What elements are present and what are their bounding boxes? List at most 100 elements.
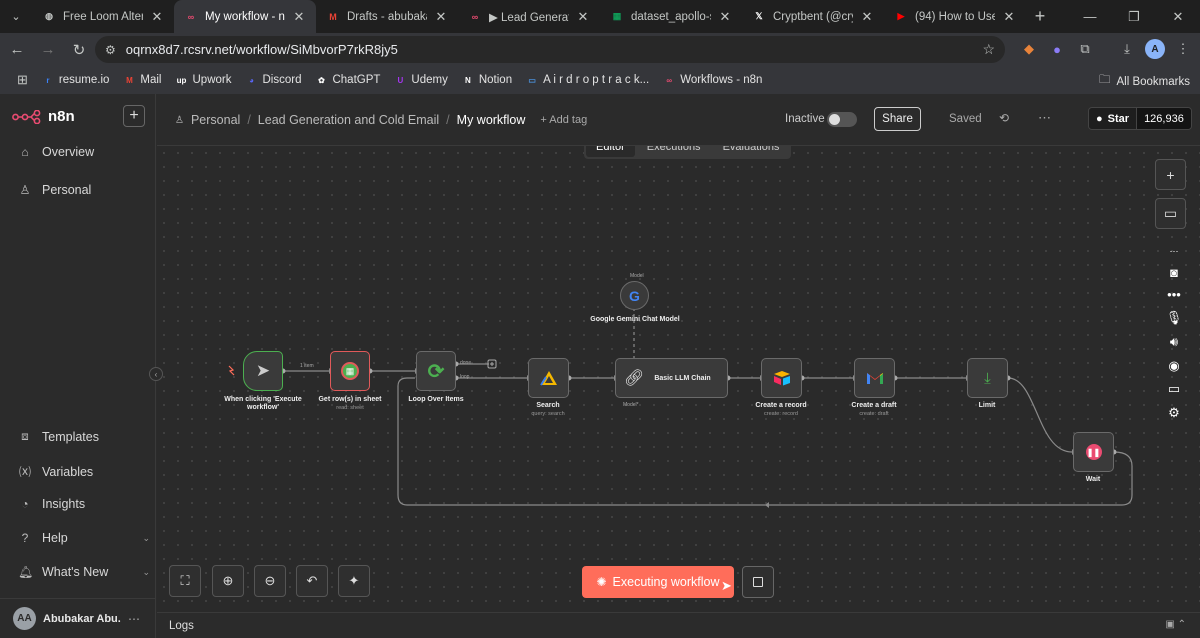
- webcam-icon[interactable]: ◉: [1168, 358, 1179, 374]
- maximize-button[interactable]: ❐: [1112, 0, 1156, 33]
- node-search[interactable]: [528, 358, 569, 398]
- sidebar-item-overview[interactable]: ⌂ Overview: [18, 145, 138, 159]
- microphone-icon[interactable]: 🎙︎: [1166, 310, 1183, 326]
- node-gmail[interactable]: [854, 358, 895, 398]
- add-node-button[interactable]: +: [1155, 159, 1186, 190]
- bookmark-item[interactable]: ◕ Discord: [238, 74, 308, 86]
- browser-tab-title: My workflow - n8n: [205, 10, 285, 23]
- node-wait[interactable]: ❚❚: [1073, 432, 1114, 472]
- settings-gear-icon[interactable]: ⚙: [1168, 405, 1180, 421]
- zoom-out-button[interactable]: ⊖: [254, 565, 286, 597]
- minimize-button[interactable]: —: [1068, 0, 1112, 33]
- breadcrumb-project[interactable]: Lead Generation and Cold Email: [258, 113, 439, 127]
- create-button[interactable]: +: [123, 105, 145, 127]
- execute-workflow-button[interactable]: ✺ Executing workflow: [582, 566, 734, 598]
- browser-menu-icon[interactable]: ⋮: [1173, 39, 1193, 59]
- camera-icon[interactable]: ◙: [1170, 265, 1178, 280]
- user-menu[interactable]: AA Abubakar Abu... ⋯: [0, 598, 156, 638]
- bookmark-item[interactable]: up Upwork: [169, 74, 239, 86]
- sidebar-item-variables[interactable]: ⒳ Variables: [18, 463, 138, 480]
- browser-tab[interactable]: ∞ ▶ Lead Generation V ✕: [458, 0, 600, 33]
- node-llm-chain[interactable]: 🔗︎ Basic LLM Chain: [615, 358, 728, 398]
- tab-close-icon[interactable]: ✕: [576, 9, 590, 25]
- bookmark-label: Discord: [262, 74, 302, 86]
- tab-close-icon[interactable]: ✕: [1002, 9, 1016, 25]
- profile-avatar[interactable]: A: [1145, 39, 1165, 59]
- sidebar-item-templates[interactable]: ⧈ Templates: [18, 429, 138, 444]
- sticky-note-button[interactable]: ▭: [1155, 198, 1186, 229]
- sidebar-item-what-s-new[interactable]: 🔔︎ What's New ⌄: [18, 565, 150, 579]
- tab-search-button[interactable]: ⌄: [0, 0, 32, 33]
- node-loop[interactable]: ⟳: [416, 351, 456, 391]
- active-toggle[interactable]: [827, 112, 857, 127]
- browser-tab[interactable]: ◍ Free Loom Alternativ ✕: [32, 0, 174, 33]
- new-tab-button[interactable]: +: [1026, 0, 1054, 33]
- laptop-icon: ▭: [528, 75, 536, 85]
- download-icon[interactable]: ⤓: [1117, 39, 1137, 59]
- browser-tab[interactable]: ▶ (94) How to Use Loo ✕: [884, 0, 1026, 33]
- sidebar-collapse-button[interactable]: ‹: [149, 367, 163, 381]
- browser-tab-strip: ⌄ ◍ Free Loom Alternativ ✕ ∞ My workflow - n…: [0, 0, 1200, 33]
- browser-tab[interactable]: 𝕏 Cryptbent (@cryptbe ✕: [742, 0, 884, 33]
- link-icon[interactable]: ⋯: [1170, 246, 1179, 257]
- zoom-in-button[interactable]: ⊕: [212, 565, 244, 597]
- connection-limit-wait[interactable]: [1007, 377, 1073, 453]
- node-airtable[interactable]: [761, 358, 802, 398]
- address-bar[interactable]: ⚙ oqrnx8d7.rcsrv.net/workflow/SiMbvorP7r…: [95, 36, 1005, 63]
- node-sheets[interactable]: ▦: [330, 351, 370, 391]
- tidy-up-button[interactable]: ✦: [338, 565, 370, 597]
- all-bookmarks-button[interactable]: 🗀 All Bookmarks: [1099, 72, 1190, 91]
- bookmark-item[interactable]: ∞ Workflows - n8n: [656, 74, 769, 86]
- workflow-canvas[interactable]: Editor Executions Evaluations 1 item don…: [157, 146, 1200, 612]
- forward-button[interactable]: →: [34, 36, 62, 64]
- browser-tab-title: ▶ Lead Generation V: [489, 11, 569, 24]
- tab-close-icon[interactable]: ✕: [718, 9, 732, 25]
- bookmark-star-icon[interactable]: ☆: [982, 41, 995, 58]
- github-star-button[interactable]: ● Star 126,936: [1088, 107, 1192, 130]
- bookmark-item[interactable]: ▭ A i r d r o p t r a c k...: [519, 74, 656, 86]
- node-trigger[interactable]: ➤: [243, 351, 283, 391]
- browser-tab[interactable]: ∞ My workflow - n8n ✕: [174, 0, 316, 33]
- fit-view-button[interactable]: ⛶: [169, 565, 201, 597]
- history-icon[interactable]: ⟲: [999, 111, 1009, 125]
- bookmark-item[interactable]: N Notion: [455, 74, 519, 86]
- undo-button[interactable]: ↶: [296, 565, 328, 597]
- stop-execution-button[interactable]: [742, 566, 774, 598]
- tab-close-icon[interactable]: ✕: [150, 9, 164, 25]
- screen-icon[interactable]: ▭: [1168, 381, 1180, 397]
- bookmark-item[interactable]: M Mail: [116, 74, 168, 86]
- close-window-button[interactable]: ✕: [1156, 0, 1200, 33]
- back-button[interactable]: ←: [3, 36, 31, 64]
- tab-close-icon[interactable]: ✕: [292, 9, 306, 25]
- apps-grid-icon[interactable]: ⊞: [10, 72, 35, 88]
- bookmark-item[interactable]: U Udemy: [387, 74, 454, 86]
- chevron-down-icon: ⌄: [142, 532, 150, 543]
- browser-tab[interactable]: ▦ dataset_apollo-scrap ✕: [600, 0, 742, 33]
- extension-icon[interactable]: ●: [1047, 39, 1067, 59]
- share-button[interactable]: Share: [874, 107, 921, 131]
- sidebar-item-insights[interactable]: ◔ Insights: [18, 497, 138, 511]
- node-limit[interactable]: ⤓: [967, 358, 1008, 398]
- tab-close-icon[interactable]: ✕: [860, 9, 874, 25]
- more-options-icon[interactable]: ⋯: [1038, 110, 1051, 126]
- more-icon[interactable]: •••: [1167, 287, 1181, 302]
- site-info-icon[interactable]: ⚙: [105, 43, 116, 57]
- add-tag-button[interactable]: + Add tag: [540, 114, 587, 126]
- user-more-icon[interactable]: ⋯: [128, 612, 140, 626]
- sidebar-item-help[interactable]: ? Help ⌄: [18, 531, 150, 545]
- logs-panel[interactable]: Logs ▣ ⌃: [157, 612, 1200, 638]
- reload-button[interactable]: ↻: [65, 36, 93, 64]
- bookmark-item[interactable]: ✿ ChatGPT: [308, 74, 387, 86]
- volume-icon[interactable]: 🔊︎: [1170, 334, 1178, 350]
- breadcrumb-personal[interactable]: Personal: [191, 113, 240, 127]
- node-gemini[interactable]: G: [620, 281, 649, 310]
- bookmark-item[interactable]: r resume.io: [35, 74, 117, 86]
- expand-logs-icon[interactable]: ▣ ⌃: [1165, 619, 1186, 630]
- tab-close-icon[interactable]: ✕: [434, 9, 448, 25]
- browser-tab[interactable]: M Drafts - abubakar139 ✕: [316, 0, 458, 33]
- n8n-logo[interactable]: n8n: [12, 108, 75, 125]
- workflow-name[interactable]: My workflow: [457, 113, 526, 127]
- metamask-extension-icon[interactable]: ◆: [1019, 39, 1039, 59]
- sidebar-item-personal[interactable]: ♙ Personal: [18, 183, 138, 197]
- extensions-puzzle-icon[interactable]: ⧉: [1075, 39, 1095, 59]
